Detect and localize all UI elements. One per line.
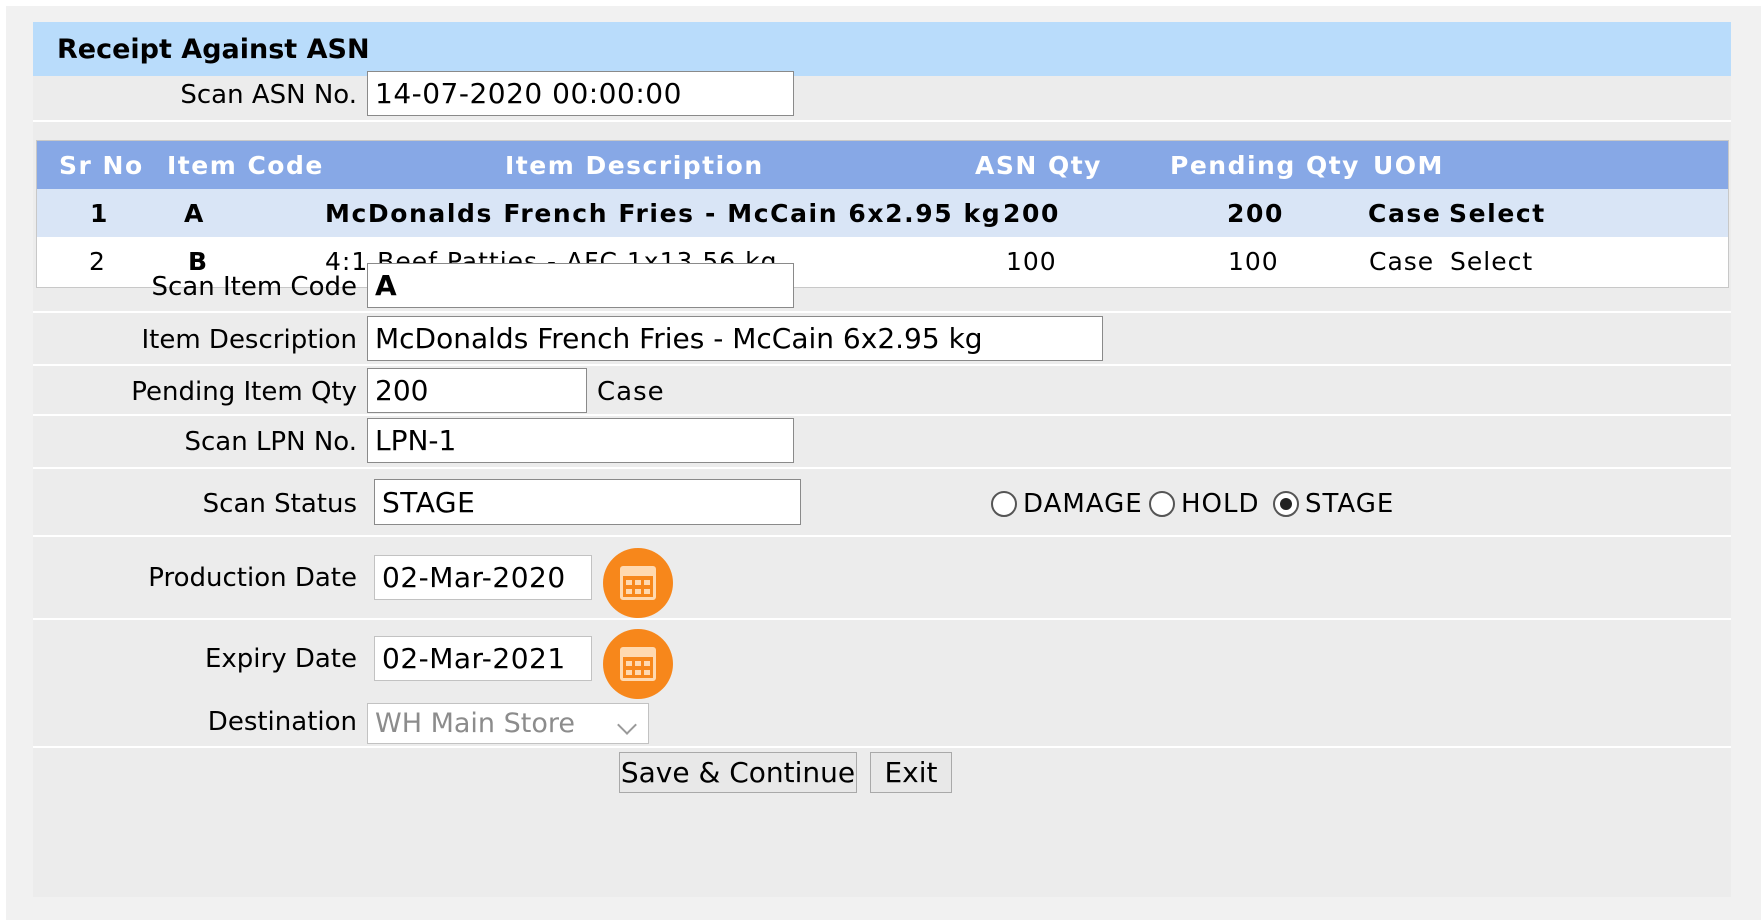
radio-stage[interactable]: STAGE	[1273, 489, 1394, 519]
divider	[33, 535, 1731, 537]
divider	[33, 364, 1731, 366]
exit-button[interactable]: Exit	[870, 752, 952, 793]
cell-uom: Case	[1368, 199, 1442, 228]
col-item-description: Item Description	[505, 151, 764, 180]
destination-value: WH Main Store	[375, 708, 575, 739]
calendar-icon	[620, 566, 656, 600]
cell-asn-qty: 200	[1003, 199, 1060, 228]
lpn-input[interactable]: LPN-1	[367, 418, 794, 463]
pending-qty-input[interactable]: 200	[367, 368, 587, 413]
radio-hold-label: HOLD	[1181, 489, 1260, 519]
radio-stage-label: STAGE	[1305, 489, 1395, 519]
divider	[33, 467, 1731, 469]
expiry-date-calendar-button[interactable]	[603, 629, 673, 699]
cell-sr: 2	[89, 247, 106, 276]
item-description-input[interactable]: McDonalds French Fries - McCain 6x2.95 k…	[367, 316, 1103, 361]
cell-desc: McDonalds French Fries - McCain 6x2.95 k…	[325, 199, 1002, 228]
cell-code: A	[184, 199, 205, 228]
page-frame: Receipt Against ASN Scan ASN No. 14-07-2…	[6, 6, 1761, 920]
divider	[33, 618, 1731, 620]
calendar-icon	[620, 647, 656, 681]
pending-qty-unit: Case	[597, 377, 665, 407]
col-item-code: Item Code	[167, 151, 324, 180]
radio-damage[interactable]: DAMAGE	[991, 489, 1143, 519]
title-bar: Receipt Against ASN	[33, 22, 1731, 76]
pending-qty-label: Pending Item Qty	[131, 377, 357, 407]
col-uom: UOM	[1373, 151, 1444, 180]
col-pending-qty: Pending Qty	[1170, 151, 1360, 180]
lpn-label: Scan LPN No.	[184, 427, 357, 457]
item-code-label: Scan Item Code	[151, 272, 358, 302]
divider	[33, 311, 1731, 313]
select-link[interactable]: Select	[1450, 247, 1533, 276]
scan-status-label: Scan Status	[202, 489, 357, 519]
production-date-input[interactable]: 02-Mar-2020	[374, 555, 592, 600]
col-asn-qty: ASN Qty	[975, 151, 1102, 180]
production-date-label: Production Date	[148, 563, 357, 593]
asn-input[interactable]: 14-07-2020 00:00:00	[367, 71, 794, 116]
save-continue-button[interactable]: Save & Continue	[619, 752, 857, 793]
expiry-date-input[interactable]: 02-Mar-2021	[374, 636, 592, 681]
scan-status-input[interactable]: STAGE	[374, 479, 801, 525]
chevron-down-icon	[617, 715, 637, 735]
destination-label: Destination	[207, 707, 357, 737]
destination-select[interactable]: WH Main Store	[367, 703, 649, 744]
divider	[33, 414, 1731, 416]
table-row[interactable]: 1 A McDonalds French Fries - McCain 6x2.…	[37, 189, 1728, 237]
asn-label: Scan ASN No.	[180, 80, 357, 110]
cell-pending-qty: 200	[1227, 199, 1284, 228]
radio-hold[interactable]: HOLD	[1149, 489, 1260, 519]
table-header: Sr No Item Code Item Description ASN Qty…	[37, 141, 1728, 189]
expiry-date-label: Expiry Date	[204, 644, 357, 674]
page-title: Receipt Against ASN	[57, 34, 370, 65]
cell-asn-qty: 100	[1006, 247, 1057, 276]
radio-circle	[1149, 491, 1175, 517]
radio-circle-checked	[1273, 491, 1299, 517]
item-description-label: Item Description	[141, 325, 357, 355]
radio-circle	[991, 491, 1017, 517]
cell-sr: 1	[90, 199, 109, 228]
select-link[interactable]: Select	[1449, 199, 1546, 228]
col-sr-no: Sr No	[59, 151, 144, 180]
radio-damage-label: DAMAGE	[1023, 489, 1143, 519]
receipt-panel: Receipt Against ASN Scan ASN No. 14-07-2…	[33, 22, 1731, 897]
production-date-calendar-button[interactable]	[603, 548, 673, 618]
asn-items-table: Sr No Item Code Item Description ASN Qty…	[36, 140, 1729, 288]
divider	[33, 746, 1731, 748]
item-code-input[interactable]: A	[367, 263, 794, 308]
cell-pending-qty: 100	[1228, 247, 1279, 276]
divider	[33, 120, 1731, 122]
cell-uom: Case	[1369, 247, 1435, 276]
